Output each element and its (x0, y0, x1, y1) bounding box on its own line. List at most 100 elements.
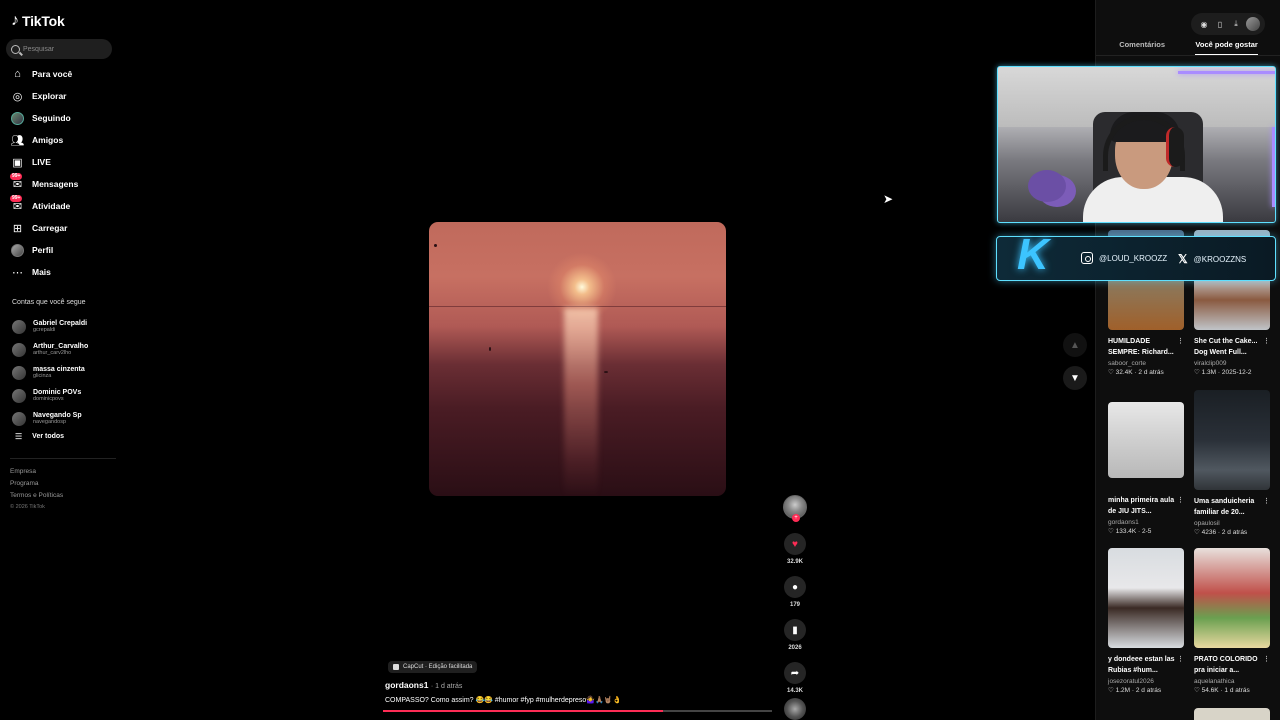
chevron-up-icon: ▲ (1070, 339, 1080, 351)
chevron-down-icon: ▼ (1070, 372, 1080, 384)
more-options-icon[interactable]: ⋮ (1177, 337, 1184, 359)
headset-icon (1166, 127, 1184, 167)
activity-badge: 99+ (10, 194, 23, 202)
sidebar-item-profile[interactable]: Perfil (0, 239, 120, 261)
video-date: 2 d atrás (1135, 686, 1162, 694)
like-button[interactable]: ♥ (784, 533, 806, 555)
x-handle-text: @KROOZZNS (1193, 254, 1247, 264)
video-title: y dondeee estan las Rubias #hum... (1108, 656, 1175, 674)
see-all-button[interactable]: ☰ Ver todos (12, 432, 120, 441)
more-options-icon[interactable]: ⋮ (1177, 655, 1184, 677)
suggested-video-card[interactable]: Uma sanduicheria familiar de 20... ⋮ opau… (1194, 390, 1270, 536)
more-options-icon[interactable]: ⋮ (1263, 655, 1270, 677)
sidebar-item-label: Amigos (32, 135, 64, 145)
sidebar-item-live[interactable]: ▣ LIVE (0, 151, 120, 173)
x-handle: 𝕏 @KROOZZNS (1178, 252, 1246, 266)
suggested-video-card[interactable]: minha primeira aula de JIU JITS... ⋮ gord… (1108, 402, 1184, 535)
video-author: viralclip009 (1194, 359, 1227, 367)
tab-you-may-like[interactable]: Você pode gostar (1195, 40, 1258, 55)
search-box[interactable] (6, 39, 112, 59)
video-progress-bar[interactable] (383, 710, 772, 712)
sidebar-item-for-you[interactable]: ⌂ Para você (0, 63, 120, 85)
search-input[interactable] (23, 45, 103, 53)
video-author: aquelanathica (1194, 677, 1235, 685)
next-video-button[interactable]: ▼ (1063, 366, 1087, 390)
sidebar-item-upload[interactable]: ⊞ Carregar (0, 217, 120, 239)
sidebar-item-following[interactable]: Seguindo (0, 107, 120, 129)
sidebar-item-activity[interactable]: ✉ 99+ Atividade (0, 194, 120, 217)
comment-button[interactable]: ● (784, 576, 806, 598)
footer-link-company[interactable]: Empresa (10, 468, 63, 475)
more-options-icon[interactable]: ⋮ (1263, 337, 1270, 359)
more-options-icon[interactable]: ⋮ (1177, 496, 1184, 518)
video-author-line: gordaons1 · 1 d atrás (385, 680, 775, 690)
footer-link-program[interactable]: Programa (10, 480, 63, 487)
previous-video-button[interactable]: ▲ (1063, 333, 1087, 357)
video-date: 2 d atrás (1221, 528, 1248, 536)
following-item[interactable]: Dominic POVs dominicpovs (12, 384, 120, 407)
video-date: 1 d atrás (1224, 686, 1250, 694)
heart-icon: ♥ (792, 538, 798, 550)
video-stats: ♡ 1.3M · 2025-12-2 (1194, 368, 1252, 376)
share-button[interactable]: ➦ (784, 662, 806, 684)
video-date: 2-5 (1142, 527, 1152, 535)
copyright: © 2026 TikTok (10, 504, 45, 510)
logo-text: TikTok (22, 13, 65, 29)
video-likes: 133.4K (1115, 527, 1137, 535)
see-all-label: Ver todos (32, 433, 65, 440)
following-item[interactable]: massa cinzenta glicinza (12, 361, 120, 384)
footer-link-terms[interactable]: Termos e Políticas (10, 492, 63, 499)
download-icon[interactable]: ⤓ (1228, 16, 1244, 32)
following-item[interactable]: Navegando Sp navegandosp (12, 407, 120, 430)
suggested-video-card[interactable]: y dondeee estan las Rubias #hum... ⋮ jose… (1108, 548, 1184, 694)
video-thumbnail (1108, 548, 1184, 648)
sidebar-item-more[interactable]: ⋯ Mais (0, 261, 120, 283)
phone-icon[interactable]: ▯ (1212, 16, 1228, 32)
mouse-cursor-icon: ➤ (883, 192, 894, 206)
following-handle: arthur_carv2lho (33, 350, 72, 356)
live-icon: ▣ (12, 156, 23, 169)
list-icon: ☰ (15, 432, 23, 441)
heart-outline-icon: ♡ (1108, 686, 1114, 694)
instagram-icon (1081, 252, 1093, 264)
user-avatar[interactable] (1246, 17, 1260, 31)
save-button[interactable]: ▮ (784, 619, 806, 641)
comment-count: 179 (789, 602, 800, 608)
video-author[interactable]: gordaons1 (385, 680, 428, 690)
video-player[interactable] (429, 222, 726, 496)
tiktok-logo[interactable]: ♪ TikTok (11, 12, 65, 30)
share-count: 14.3K (786, 688, 803, 694)
following-name: Arthur_Carvalho (33, 343, 89, 350)
suggested-video-card[interactable]: PRATO COLORIDO pra iniciar a... ⋮ aquelan… (1194, 548, 1270, 694)
following-avatar (11, 111, 24, 125)
tabs-divider (1096, 55, 1280, 56)
suggested-video-card[interactable] (1194, 708, 1270, 720)
capcut-chip[interactable]: CapCut · Edição facilitada (388, 661, 478, 673)
follow-plus-icon[interactable]: + (792, 514, 800, 522)
video-thumbnail (1194, 548, 1270, 648)
heart-outline-icon: ♡ (1194, 686, 1200, 694)
creator-avatar[interactable]: + (783, 495, 807, 522)
sidebar-item-friends[interactable]: 👥︎ Amigos (0, 129, 120, 151)
following-name: Dominic POVs (33, 389, 82, 396)
following-item[interactable]: Arthur_Carvalho arthur_carv2lho (12, 338, 120, 361)
sidebar-item-explore[interactable]: ◎ Explorar (0, 85, 120, 107)
home-icon: ⌂ (14, 68, 21, 80)
streamer-webcam-overlay (997, 66, 1276, 223)
video-likes: 54.6K (1201, 686, 1219, 694)
more-options-icon[interactable]: ⋮ (1263, 497, 1270, 519)
sidebar-item-label: Mensagens (32, 179, 79, 189)
following-name: Gabriel Crepaldi (33, 320, 88, 327)
music-disc[interactable] (784, 698, 806, 720)
following-handle: dominicpovs (33, 396, 64, 402)
video-stats: ♡ 133.4K · 2-5 (1108, 527, 1152, 535)
sidebar-item-messages[interactable]: ✉ 99+ Mensagens (0, 172, 120, 195)
capcut-icon (393, 664, 399, 670)
coins-icon[interactable]: ◉ (1196, 16, 1212, 32)
tiktok-note-icon: ♪ (11, 12, 19, 29)
video-thumbnail (1194, 390, 1270, 490)
following-item[interactable]: Gabriel Crepaldi gcrepaldi (12, 315, 120, 338)
tab-comments[interactable]: Comentários (1119, 40, 1165, 55)
sidebar-divider (10, 458, 116, 459)
capcut-label: CapCut · Edição facilitada (403, 664, 473, 670)
